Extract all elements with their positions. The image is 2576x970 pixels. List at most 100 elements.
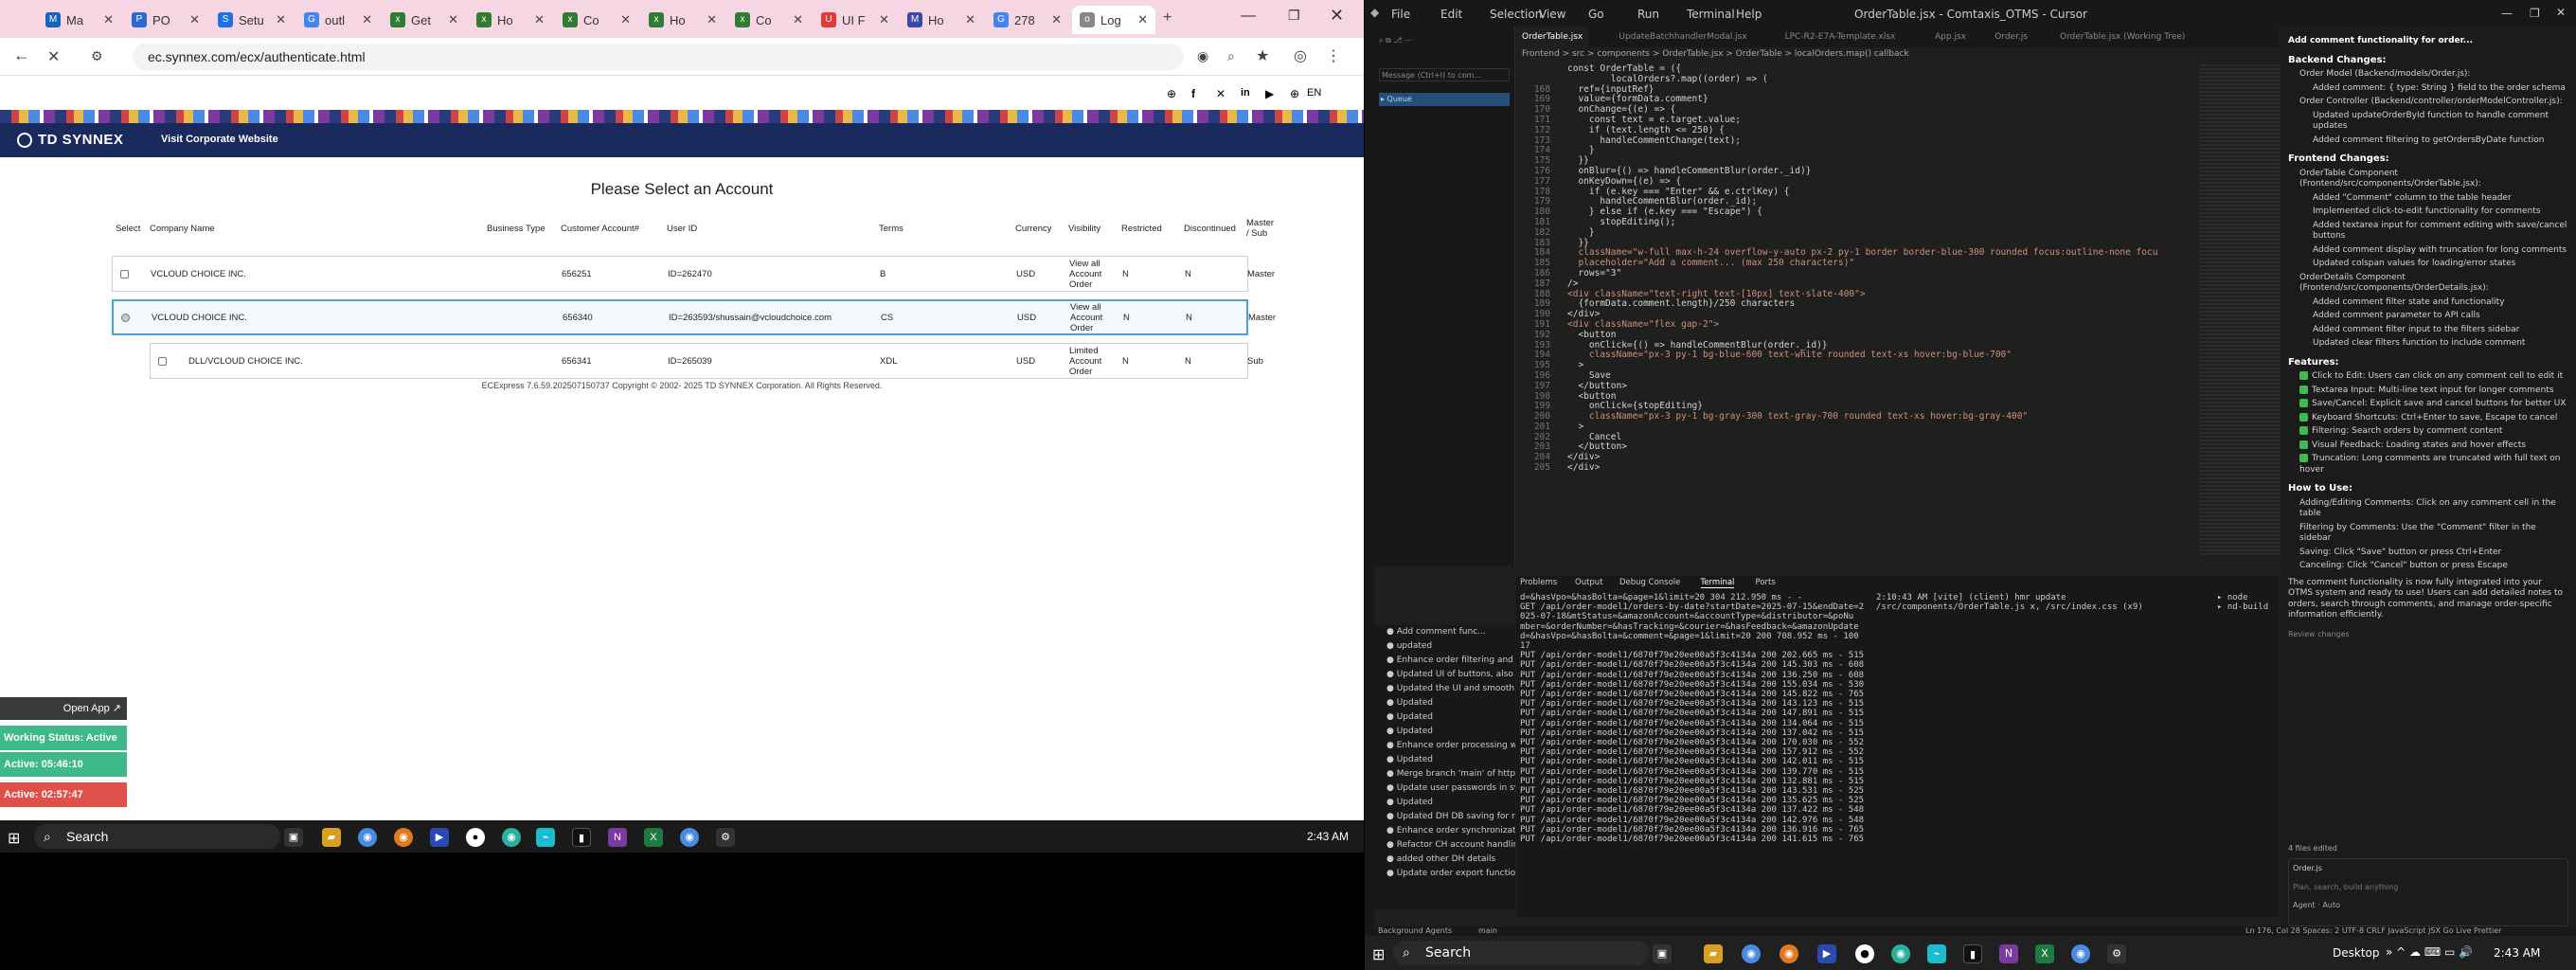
desktop-label[interactable]: Desktop — [2333, 946, 2380, 960]
agent-item[interactable]: ● Enhance order processing with i... — [1375, 739, 1515, 753]
close-window-icon[interactable]: ✕ — [1330, 6, 1344, 26]
select-radio[interactable] — [158, 344, 167, 378]
menu-file[interactable]: File — [1391, 8, 1410, 21]
browser-tab[interactable]: G 278 ✕ — [986, 6, 1069, 34]
agent-mode[interactable]: Agent — [2293, 901, 2316, 909]
panel-tab[interactable]: Ports — [1756, 578, 1776, 587]
minimize-icon[interactable]: — — [1241, 8, 1256, 25]
panel-tab[interactable]: Output — [1575, 578, 1603, 587]
model-select[interactable]: Auto — [2322, 901, 2340, 909]
youtube-icon[interactable]: ▶ — [1265, 87, 1274, 100]
eye-icon[interactable]: ◉ — [1197, 48, 1208, 64]
code-area[interactable]: const OrderTable = ({ localOrders?.map((… — [1516, 63, 2179, 474]
browser-tab[interactable]: x Ho ✕ — [641, 6, 724, 34]
agent-item[interactable]: ● Updated — [1375, 725, 1515, 739]
terminal-output[interactable]: d=&hasVpo=&hasBolta=&page=1&limit=20 304… — [1520, 593, 1870, 844]
menu-view[interactable]: View — [1539, 8, 1565, 21]
terminal-app-icon[interactable]: ▮ — [1963, 944, 1982, 963]
tab-close-icon[interactable]: ✕ — [362, 12, 372, 27]
review-changes-link[interactable]: Review changes — [2288, 629, 2568, 640]
agent-input-box[interactable]: Order.js Plan, search, build anything Ag… — [2288, 858, 2568, 926]
chrome-icon[interactable]: ◉ — [358, 828, 377, 847]
close-window-icon[interactable]: ✕ — [2556, 6, 2566, 19]
chrome-icon-2[interactable]: ◉ — [2071, 944, 2090, 963]
agent-item[interactable]: ● Updated — [1375, 753, 1515, 767]
windows-start-icon[interactable]: ⊞ — [8, 829, 20, 848]
browser-tab[interactable]: M Ho ✕ — [900, 6, 983, 34]
git-branch[interactable]: main — [1478, 926, 1497, 935]
menu-go[interactable]: Go — [1588, 8, 1604, 21]
tab-close-icon[interactable]: ✕ — [534, 12, 545, 27]
chat-submit[interactable]: ▸ Queue — [1379, 93, 1510, 106]
minimize-icon[interactable]: — — [2501, 7, 2513, 20]
settings-icon[interactable]: ⚙ — [716, 828, 735, 847]
menu-help[interactable]: Help — [1736, 8, 1762, 21]
editor-tab[interactable]: UpdateBatchhandlerModal.jsx — [1613, 27, 1752, 47]
agent-item[interactable]: ● Merge branch 'main' of https://... — [1375, 767, 1515, 781]
menu-edit[interactable]: Edit — [1440, 8, 1462, 21]
editor-tab[interactable]: Order.js — [1989, 27, 2033, 47]
zoom-icon[interactable]: ⌕ — [1227, 48, 1235, 64]
app-teal-icon[interactable]: ◉ — [502, 828, 521, 847]
globe-lang-icon[interactable]: ⊕ — [1290, 87, 1299, 100]
bookmark-star-icon[interactable]: ★ — [1256, 46, 1269, 65]
windows-start-icon[interactable]: ⊞ — [1372, 945, 1385, 963]
agent-input-placeholder[interactable]: Plan, search, build anything — [2289, 878, 2567, 897]
browser-tab[interactable]: o Log ✕ — [1072, 6, 1155, 34]
agent-item[interactable]: ● Updated DH DB saving for ret... — [1375, 810, 1515, 824]
browser-tab[interactable]: P PO ✕ — [124, 6, 207, 34]
task-view-icon[interactable]: ▣ — [1653, 944, 1672, 963]
corporate-website-link[interactable]: Visit Corporate Website — [161, 134, 278, 145]
chrome-icon-2[interactable]: ◉ — [680, 828, 699, 847]
taskbar-search-2[interactable]: ⌕ Search — [1393, 941, 1649, 965]
settings-icon[interactable]: ⚙ — [2107, 944, 2126, 963]
terminal-app-icon[interactable]: ▮ — [572, 828, 591, 847]
tab-close-icon[interactable]: ✕ — [620, 12, 631, 27]
agent-item[interactable]: ● Enhance order filtering and trac... — [1375, 654, 1515, 668]
browser-tab[interactable]: S Setu ✕ — [210, 6, 294, 34]
agent-item[interactable]: ● Update order export functionalit... — [1375, 867, 1515, 881]
site-info-icon[interactable]: ⚙ — [91, 48, 103, 64]
editor-tab[interactable]: OrderTable.jsx (Working Tree) — [2054, 27, 2191, 47]
globe-icon[interactable]: ⊕ — [1167, 87, 1176, 100]
cursor-app-icon[interactable]: ⌁ — [1927, 944, 1946, 963]
tab-close-icon[interactable]: ✕ — [103, 12, 114, 27]
back-icon[interactable]: ← — [13, 45, 30, 65]
tray-icons[interactable]: » ^ ☁ ⌨ ▭ 🔊 — [2386, 945, 2473, 959]
editor-tab[interactable]: LPC-R2-E7A-Template.xlsx — [1780, 27, 1902, 47]
maximize-icon[interactable]: ❐ — [2530, 7, 2540, 20]
tab-close-icon[interactable]: ✕ — [965, 12, 975, 27]
chat-input[interactable]: Message (Ctrl+I) to com... — [1379, 68, 1510, 81]
menu-terminal[interactable]: Terminal — [1687, 8, 1735, 21]
more-menu-icon[interactable]: ⋮ — [1326, 46, 1341, 65]
terminal-instance[interactable]: ▸ node — [2217, 593, 2280, 602]
agent-item[interactable]: ● Updated — [1375, 796, 1515, 810]
app-circle-icon[interactable]: ● — [466, 828, 485, 847]
browser-tab[interactable]: M Ma ✕ — [38, 6, 121, 34]
tab-close-icon[interactable]: ✕ — [793, 12, 803, 27]
select-radio[interactable] — [120, 257, 129, 291]
file-explorer-icon[interactable]: ▰ — [1704, 944, 1723, 963]
app-teal-icon[interactable]: ◉ — [1891, 944, 1910, 963]
tab-close-icon[interactable]: ✕ — [276, 12, 286, 27]
browser-tab[interactable]: x Ho ✕ — [469, 6, 552, 34]
facebook-icon[interactable]: f — [1191, 87, 1195, 100]
menu-run[interactable]: Run — [1637, 8, 1659, 21]
menu-selection[interactable]: Selection — [1490, 8, 1542, 21]
agent-item[interactable]: ● Updated — [1375, 696, 1515, 710]
tab-close-icon[interactable]: ✕ — [448, 12, 458, 27]
tab-close-icon[interactable]: ✕ — [1137, 12, 1148, 27]
open-app-button[interactable]: Open App ↗ — [0, 697, 127, 720]
onenote-icon[interactable]: N — [608, 828, 627, 847]
chrome-icon[interactable]: ◉ — [1742, 944, 1761, 963]
account-row[interactable]: DLL/VCLOUD CHOICE INC. 656341 ID=265039 XDL… — [150, 343, 1263, 379]
panel-tab[interactable]: Debug Console — [1619, 578, 1680, 587]
excel-icon[interactable]: X — [2035, 944, 2054, 963]
browser-tab[interactable]: x Co ✕ — [727, 6, 811, 34]
terminal-instance[interactable]: ▸ nd-build — [2217, 602, 2280, 612]
agent-item[interactable]: ● Update user passwords in syn... — [1375, 781, 1515, 796]
excel-icon[interactable]: X — [644, 828, 663, 847]
app-circle-icon[interactable]: ● — [1855, 944, 1874, 963]
terminal-panel[interactable]: Problems Output Debug Console Terminal Ports… — [1516, 576, 2280, 917]
tab-close-icon[interactable]: ✕ — [879, 12, 889, 27]
